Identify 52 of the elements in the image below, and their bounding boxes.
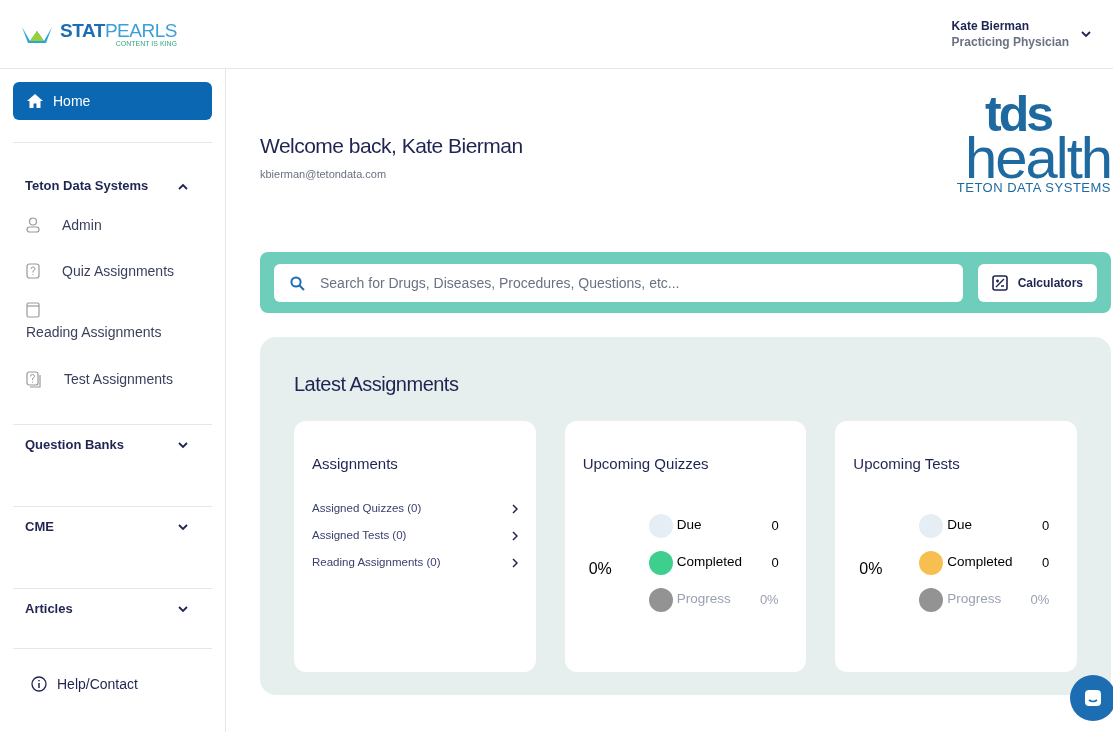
calculator-icon [991, 274, 1008, 291]
sidebar-item[interactable]: Test Assignments [26, 356, 212, 402]
legend-value: 0% [1030, 590, 1050, 609]
question-stack-icon [26, 370, 42, 388]
legend-label: Completed [676, 553, 743, 572]
user-name: Kate Bierman [951, 18, 1030, 34]
calculators-button[interactable]: Calculators [977, 263, 1097, 302]
section-heading: Latest Assignments [294, 372, 460, 397]
card-title: Upcoming Quizzes [582, 454, 710, 474]
chevron-right-icon [511, 504, 518, 514]
brand-logo-text[interactable]: STATPEARLS [60, 21, 178, 40]
chevron-right-icon [511, 531, 518, 541]
legend-label: Progress [947, 590, 1003, 609]
percent-value: 0% [858, 558, 884, 579]
assignment-link[interactable]: Assigned Tests (0) [312, 522, 518, 550]
user-email: kbierman@tetondata.com [260, 166, 388, 182]
legend-label: Due [676, 516, 703, 535]
assignment-link[interactable]: Reading Assignments (0) [312, 549, 518, 577]
legend-value: 0 [771, 516, 779, 535]
legend-value: 0 [1042, 553, 1050, 572]
info-icon [31, 676, 47, 692]
home-button[interactable]: Home [13, 82, 212, 120]
search-icon [290, 275, 305, 291]
legend-label: Due [947, 516, 974, 535]
chevron-right-icon [511, 558, 518, 568]
legend-label: Completed [947, 553, 1014, 572]
sidebar-item[interactable]: Quiz Assignments [26, 248, 212, 294]
sidebar-item[interactable]: Admin [26, 202, 212, 248]
question-icon [26, 263, 40, 279]
assignment-link[interactable]: Assigned Quizzes (0) [312, 495, 518, 523]
legend-value: 0 [771, 553, 779, 572]
percent-value: 0% [587, 558, 613, 579]
person-icon [26, 217, 40, 233]
chevron-down-icon[interactable] [1081, 30, 1091, 38]
sidebar-item[interactable]: Reading Assignments [26, 294, 212, 356]
legend-value: 0% [759, 590, 779, 609]
legend-value: 0 [1042, 516, 1050, 535]
home-icon [27, 94, 43, 108]
user-role: Practicing Physician [951, 34, 1069, 50]
search-field[interactable]: Search for Drugs, Diseases, Procedures, Questions, etc... [274, 263, 963, 302]
section-toggle[interactable]: Teton Data Systems [13, 162, 188, 202]
card-title: Upcoming Tests [853, 454, 961, 474]
legend-label: Progress [676, 590, 732, 609]
section-toggle[interactable]: CME [13, 507, 188, 547]
chat-icon [1083, 688, 1103, 708]
card-title: Assignments [312, 454, 399, 474]
welcome-heading: Welcome back, Kate Bierman [260, 133, 523, 159]
book-icon [26, 302, 40, 318]
chat-button[interactable] [1070, 675, 1113, 721]
section-toggle[interactable]: Question Banks [13, 425, 188, 465]
section-toggle[interactable]: Articles [13, 589, 188, 629]
help-link[interactable]: Help/Contact [13, 649, 212, 719]
